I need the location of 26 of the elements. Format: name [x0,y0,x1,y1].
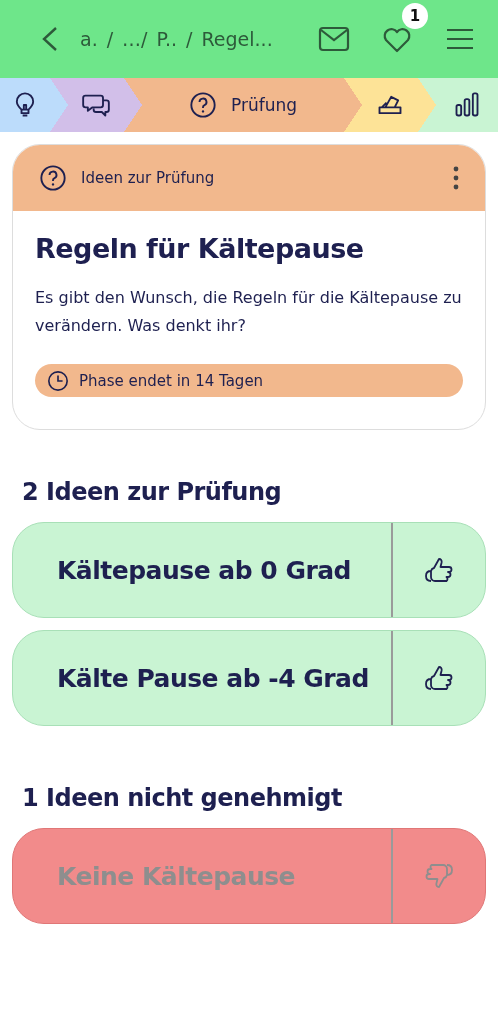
phase-tab[interactable]: Prüfung [124,78,344,132]
card-header-title: Ideen zur Prüfung [81,169,216,187]
more-icon[interactable] [453,166,459,190]
breadcrumb-item[interactable]: / [186,28,193,50]
deadline-text: Phase endet in 14 Tagen [79,371,264,390]
breadcrumb-item[interactable]: P.. [156,28,178,50]
section-heading: 1 Ideen nicht genehmigt [22,784,343,812]
notification-badge: 1 [402,3,428,29]
card-description: Es gibt den Wunsch, die Regeln für die Kältepause zu verändern. Was denkt ihr? [35,287,463,337]
clock-icon [47,369,69,392]
phase-tab[interactable] [418,78,498,132]
breadcrumb-item[interactable]: …/ [122,28,148,50]
question-icon [39,164,67,192]
breadcrumb-item[interactable]: Regel... [201,28,273,50]
bar-chart-icon [453,91,481,119]
heart-icon[interactable] [382,25,412,53]
phase-tab[interactable] [0,78,50,132]
breadcrumb-item[interactable]: / [106,28,114,50]
section-heading: 2 Ideen zur Prüfung [22,478,283,506]
menu-icon[interactable] [446,28,474,50]
idea-title[interactable]: Kältepause ab 0 Grad [13,523,391,617]
breadcrumb-item[interactable]: a. [80,28,98,50]
card-title: Regeln für Kältepause [35,233,365,264]
idea-title[interactable]: Kälte Pause ab -4 Grad [13,631,391,725]
mail-icon[interactable] [318,26,350,52]
question-icon [188,91,217,119]
